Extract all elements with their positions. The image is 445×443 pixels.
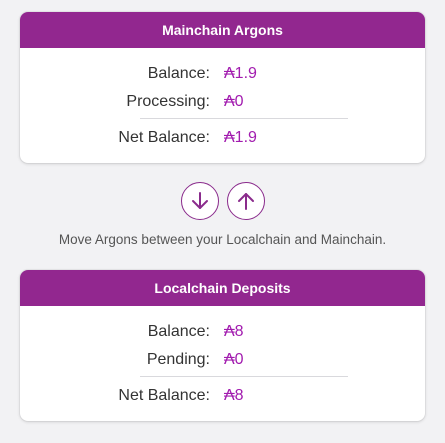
mainchain-balance-list: Balance: ₳1.9 Processing: ₳0 Net Balance… [20,48,425,163]
transfer-hint: Move Argons between your Localchain and … [58,232,387,247]
mainchain-card-title: Mainchain Argons [20,12,425,48]
net-balance-value: ₳1.9 [224,129,257,146]
balance-label: Balance: [147,65,210,82]
move-to-mainchain-button[interactable] [226,182,265,220]
divider [140,376,348,377]
balance-value: ₳1.9 [224,65,257,82]
localchain-pending-row: Pending: ₳0 [20,348,425,372]
transfer-controls [0,182,445,220]
localchain-balance-list: Balance: ₳8 Pending: ₳0 Net Balance: ₳8 [20,306,425,421]
net-balance-label: Net Balance: [118,129,210,146]
localchain-card: Localchain Deposits Balance: ₳8 Pending:… [20,270,425,421]
move-to-localchain-button[interactable] [180,182,219,220]
arrow-down-icon [191,192,208,209]
divider [140,118,348,119]
balance-label: Balance: [147,323,210,340]
mainchain-card: Mainchain Argons Balance: ₳1.9 Processin… [20,12,425,163]
localchain-net-balance-row: Net Balance: ₳8 [20,384,425,408]
net-balance-value: ₳8 [224,387,244,404]
processing-value: ₳0 [224,93,244,110]
pending-label: Pending: [146,351,210,368]
net-balance-label: Net Balance: [118,387,210,404]
localchain-balance-row: Balance: ₳8 [20,320,425,344]
balance-value: ₳8 [224,323,244,340]
arrow-up-icon [237,193,254,210]
pending-value: ₳0 [224,351,244,368]
processing-label: Processing: [126,93,210,110]
mainchain-processing-row: Processing: ₳0 [20,90,425,114]
mainchain-net-balance-row: Net Balance: ₳1.9 [20,126,425,150]
localchain-card-title: Localchain Deposits [20,270,425,306]
mainchain-balance-row: Balance: ₳1.9 [20,62,425,86]
